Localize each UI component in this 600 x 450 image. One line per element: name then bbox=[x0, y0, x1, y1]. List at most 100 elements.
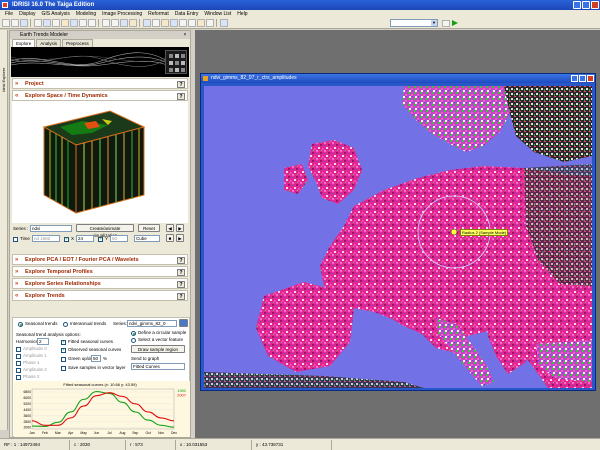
interannual-trends-label: Interannual trends bbox=[70, 321, 107, 326]
pick-series-icon[interactable] bbox=[179, 319, 188, 327]
chevron-down-icon[interactable]: ▼ bbox=[431, 20, 437, 26]
menu-image-processing[interactable]: Image Processing bbox=[99, 10, 145, 18]
circular-sample-radio[interactable] bbox=[131, 331, 136, 336]
menu-display[interactable]: Display bbox=[16, 10, 38, 18]
play-icon[interactable] bbox=[452, 20, 458, 26]
tab-explore[interactable]: Explore bbox=[12, 39, 36, 47]
minimize-button[interactable] bbox=[573, 1, 581, 9]
amplitude-1-checkbox[interactable] bbox=[16, 354, 21, 359]
x-checkbox[interactable] bbox=[64, 236, 69, 242]
image-close-button[interactable] bbox=[587, 75, 594, 82]
trends-series-select[interactable]: ndvi_gimms_82_0 bbox=[127, 320, 177, 327]
digitize-icon[interactable] bbox=[102, 19, 110, 27]
y-tick-label: 4400 bbox=[23, 408, 31, 412]
help-button[interactable]: ? bbox=[177, 81, 185, 88]
delete-icon[interactable] bbox=[120, 19, 128, 27]
help-button[interactable]: ? bbox=[177, 293, 185, 300]
time-field[interactable]: nd 1982 bbox=[32, 235, 60, 242]
section-pca[interactable]: » Explore PCA / EOT / Fourier PCA / Wave… bbox=[12, 254, 188, 265]
y-tick-label: 2000 bbox=[23, 426, 31, 430]
play-icon[interactable]: ▶ bbox=[176, 234, 184, 242]
measure-length-icon[interactable] bbox=[143, 19, 151, 27]
refresh-icon[interactable] bbox=[170, 19, 178, 27]
shortcut-options-icon[interactable] bbox=[442, 20, 450, 27]
series-select[interactable]: ndvi bbox=[30, 225, 72, 232]
y-field[interactable]: 50 bbox=[110, 235, 128, 242]
zoom-in-icon[interactable] bbox=[70, 19, 78, 27]
shortcut-combo[interactable]: ▼ bbox=[390, 19, 438, 27]
menu-window-list[interactable]: Window List bbox=[201, 10, 234, 18]
reset-button[interactable]: Reset bbox=[138, 224, 160, 232]
section-trends[interactable]: « Explore Trends ? bbox=[12, 290, 188, 301]
phase-1-checkbox[interactable] bbox=[16, 361, 21, 366]
save-digitized-icon[interactable] bbox=[129, 19, 137, 27]
help-button[interactable]: ? bbox=[177, 93, 185, 100]
forward-icon[interactable]: ▶ bbox=[176, 224, 184, 232]
x-field[interactable]: 24 bbox=[76, 235, 94, 242]
composer-icon[interactable] bbox=[43, 19, 51, 27]
status-rf: RF : 1 : 14972494 bbox=[0, 439, 70, 450]
menu-file[interactable]: File bbox=[2, 10, 16, 18]
edit-icon[interactable] bbox=[111, 19, 119, 27]
image-window-titlebar[interactable]: ndvi_gimms_82_07_r_ctrs_amplitudes bbox=[201, 74, 595, 83]
stop-icon[interactable]: ■ bbox=[166, 234, 174, 242]
interannual-trends-radio[interactable] bbox=[63, 322, 68, 327]
menu-gis-analysis[interactable]: GIS Analysis bbox=[38, 10, 72, 18]
rewind-icon[interactable]: ◀ bbox=[166, 224, 174, 232]
help-button[interactable]: ? bbox=[177, 269, 185, 276]
curves-select[interactable]: Fitted Curves bbox=[131, 363, 185, 370]
tab-analysis[interactable]: Analysis bbox=[36, 39, 62, 47]
help-icon[interactable] bbox=[220, 19, 228, 27]
menu-data-entry[interactable]: Data Entry bbox=[172, 10, 202, 18]
amplitude-2-checkbox[interactable] bbox=[16, 368, 21, 373]
explorer-side-tab[interactable]: Idrisi Explorer bbox=[0, 30, 8, 430]
group-link-icon[interactable] bbox=[179, 19, 187, 27]
vector-feature-radio[interactable] bbox=[131, 338, 136, 343]
macro-icon[interactable] bbox=[206, 19, 214, 27]
green-up-checkbox[interactable] bbox=[61, 357, 66, 362]
open-icon[interactable] bbox=[11, 19, 19, 27]
section-space-time[interactable]: « Explore Space / Time Dynamics ? bbox=[12, 90, 188, 101]
y-checkbox[interactable] bbox=[98, 236, 103, 242]
image-minimize-button[interactable] bbox=[571, 75, 578, 82]
draw-sample-button[interactable]: Draw sample region bbox=[131, 345, 185, 353]
zoom-out-icon[interactable] bbox=[79, 19, 87, 27]
close-button[interactable] bbox=[591, 1, 599, 9]
placemark-icon[interactable] bbox=[188, 19, 196, 27]
feature-properties-icon[interactable] bbox=[161, 19, 169, 27]
help-button[interactable]: ? bbox=[177, 281, 185, 288]
create-visualization-button[interactable]: Create/animate visualization bbox=[76, 224, 134, 238]
panel-close-icon[interactable]: × bbox=[182, 32, 188, 38]
display-icon[interactable] bbox=[34, 19, 42, 27]
pan-icon[interactable] bbox=[88, 19, 96, 27]
help-button[interactable]: ? bbox=[177, 257, 185, 264]
section-project[interactable]: » Project ? bbox=[12, 78, 188, 89]
save-icon[interactable] bbox=[20, 19, 28, 27]
tab-preprocess[interactable]: Preprocess bbox=[62, 39, 93, 47]
menu-help[interactable]: Help bbox=[234, 10, 250, 18]
europe-amplitude-map[interactable]: Radius 2 (Sample Mode) bbox=[204, 86, 592, 388]
menu-modeling[interactable]: Modeling bbox=[73, 10, 99, 18]
maximize-button[interactable] bbox=[582, 1, 590, 9]
save-samples-checkbox[interactable] bbox=[61, 366, 66, 371]
amplitude-0-checkbox[interactable] bbox=[16, 347, 21, 352]
menu-reformat[interactable]: Reformat bbox=[145, 10, 172, 18]
green-up-field[interactable]: 50 bbox=[91, 355, 101, 362]
fitted-curves-checkbox[interactable] bbox=[61, 339, 66, 345]
time-checkbox[interactable] bbox=[13, 237, 18, 242]
x-tick-label: Dec bbox=[171, 431, 177, 435]
shortcut-icon[interactable] bbox=[197, 19, 205, 27]
shape-select[interactable]: Cube bbox=[134, 235, 160, 242]
space-time-cube-view[interactable] bbox=[12, 101, 188, 223]
section-series[interactable]: » Explore Series Relationships ? bbox=[12, 278, 188, 289]
phase-2-checkbox[interactable] bbox=[16, 375, 21, 380]
explorer-icon[interactable] bbox=[52, 19, 60, 27]
observed-curves-checkbox[interactable] bbox=[61, 347, 66, 353]
seasonal-trends-radio[interactable] bbox=[18, 322, 23, 327]
measure-area-icon[interactable] bbox=[152, 19, 160, 27]
new-icon[interactable] bbox=[2, 19, 10, 27]
image-maximize-button[interactable] bbox=[579, 75, 586, 82]
harmonics-field[interactable]: 2 bbox=[37, 338, 49, 345]
section-temporal[interactable]: » Explore Temporal Profiles ? bbox=[12, 266, 188, 277]
query-icon[interactable] bbox=[61, 19, 69, 27]
